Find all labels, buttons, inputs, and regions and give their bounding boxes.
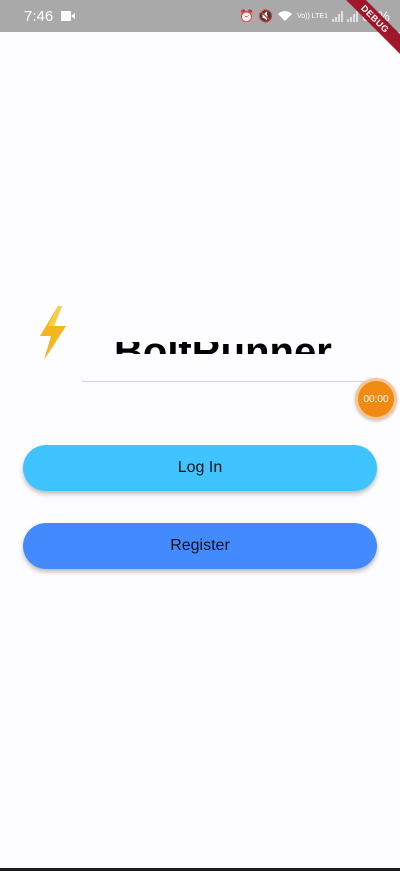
mute-icon: 🔇 bbox=[258, 9, 273, 23]
register-button[interactable]: Register bbox=[23, 523, 377, 569]
title-divider bbox=[82, 381, 378, 382]
signal-icon-2 bbox=[346, 10, 358, 22]
status-bar: 7:46 ⏰ 🔇 Vo)) LTE1 60% bbox=[0, 0, 400, 32]
app-screen: 7:46 ⏰ 🔇 Vo)) LTE1 60% DEBUG BoltRunner bbox=[0, 0, 400, 871]
screen-record-icon bbox=[61, 11, 76, 21]
login-button[interactable]: Log In bbox=[23, 445, 377, 491]
logo-row: BoltRunner bbox=[36, 306, 356, 366]
lte-label: Vo)) LTE1 bbox=[296, 12, 328, 20]
signal-icon bbox=[331, 10, 343, 22]
alarm-icon: ⏰ bbox=[239, 9, 255, 23]
lightning-bolt-icon bbox=[40, 306, 66, 360]
timer-bubble[interactable]: 00:00 bbox=[355, 378, 397, 420]
app-title: BoltRunner bbox=[114, 330, 332, 354]
wifi-icon bbox=[277, 11, 292, 21]
status-left: 7:46 bbox=[24, 7, 76, 25]
status-time: 7:46 bbox=[24, 7, 54, 25]
